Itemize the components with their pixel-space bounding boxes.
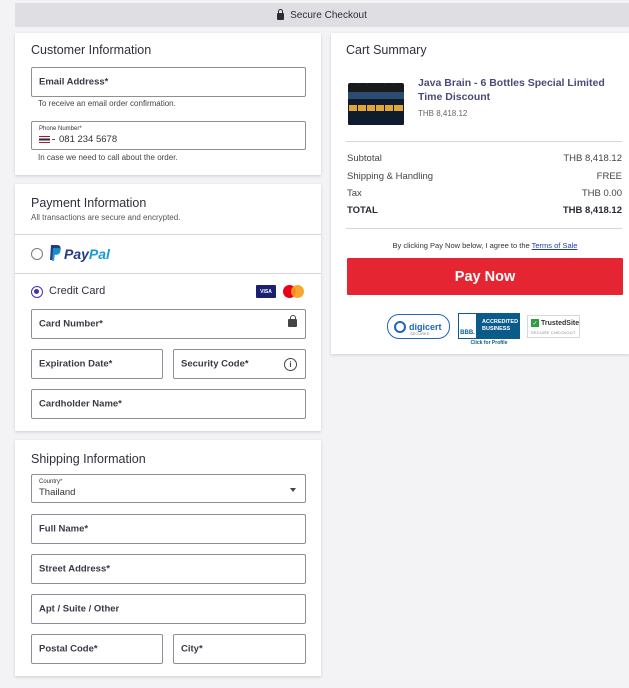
padlock-icon [288,315,297,327]
shipping-information-title: Shipping Information [31,452,146,466]
subtotal-label: Subtotal [347,153,382,164]
shipping-label: Shipping & Handling [347,171,434,182]
digicert-label: digicert [409,321,442,332]
customer-information-title: Customer Information [31,43,152,57]
terms-of-sale-link[interactable]: Terms of Sale [532,241,578,250]
paypal-logo [49,245,61,262]
total-row: TOTAL THB 8,418.12 [347,205,622,216]
paypal-option[interactable]: PayPal [15,235,321,273]
trustedsite-label: TrustedSite [541,319,580,327]
subtotal-row: Subtotal THB 8,418.12 [347,153,622,164]
info-icon[interactable]: i [284,358,297,371]
country-select[interactable]: Country* Thailand [31,474,306,503]
card-number-field[interactable]: Card Number* [31,309,306,339]
card-number-label: Card Number* [39,318,103,330]
product-name: Java Brain - 6 Bottles Special Limited T… [418,77,605,104]
email-hint: To receive an email order confirmation. [38,99,176,108]
credit-card-label: Credit Card [49,285,106,297]
postal-code-label: Postal Code* [39,643,98,655]
phone-label: Phone Number* [39,126,82,132]
expiration-date-label: Expiration Date* [39,358,113,370]
total-label: TOTAL [347,205,378,216]
trustedsite-badge[interactable]: ✓ TrustedSite SECURE CHECKOUT [527,315,580,338]
digicert-sub: SECURED [410,331,430,336]
secure-checkout-label: Secure Checkout [290,9,367,21]
terms-text: By clicking Pay Now below, I agree to th… [347,241,623,250]
country-label: Country* [39,479,63,485]
terms-prefix: By clicking Pay Now below, I agree to th… [392,241,530,250]
email-label: Email Address* [39,76,109,88]
bbb-text: ACCREDITED BUSINESS [482,319,519,332]
full-name-label: Full Name* [39,523,89,535]
street-address-label: Street Address* [39,563,110,575]
security-code-field[interactable]: Security Code* i [173,349,306,379]
tax-row: Tax THB 0.00 [347,188,622,199]
cardholder-name-label: Cardholder Name* [39,398,122,410]
city-field[interactable]: City* [173,634,306,664]
expiration-date-field[interactable]: Expiration Date* [31,349,163,379]
payment-information-card: Payment Information All transactions are… [15,184,321,431]
phone-field[interactable]: Phone Number* 081 234 5678 [31,121,306,150]
lock-icon [277,8,285,20]
paypal-radio[interactable] [31,248,43,260]
apt-suite-field[interactable]: Apt / Suite / Other [31,594,306,624]
payment-information-title: Payment Information [31,196,147,210]
bbb-badge[interactable]: BBB. ACCREDITED BUSINESS [458,313,520,339]
credit-card-option[interactable]: Credit Card VISA [15,274,321,308]
secure-checkout-bar: Secure Checkout [15,3,629,27]
shipping-information-card: Shipping Information Country* Thailand F… [15,440,321,676]
street-address-field[interactable]: Street Address* [31,554,306,584]
visa-icon: VISA [256,285,276,298]
cardholder-name-field[interactable]: Cardholder Name* [31,389,306,419]
pay-now-button[interactable]: Pay Now [347,258,623,295]
credit-card-radio[interactable] [31,286,43,298]
bbb-logo: BBB. [458,313,477,339]
total-value: THB 8,418.12 [562,205,622,216]
trustedsite-sub: SECURE CHECKOUT [531,330,576,335]
subtotal-value: THB 8,418.12 [563,153,622,164]
shipping-value: FREE [596,171,622,182]
phone-value: 081 234 5678 [59,134,118,145]
bbb-profile-link[interactable]: Click for Profile [458,340,520,346]
security-code-label: Security Code* [181,358,249,370]
tax-value: THB 0.00 [581,188,622,199]
mastercard-icon [283,285,305,299]
apt-suite-label: Apt / Suite / Other [39,603,120,615]
paypal-wordmark: PayPal [64,246,110,262]
chevron-down-icon[interactable] [290,488,296,492]
thai-flag-icon[interactable] [39,136,50,143]
cart-summary-title: Cart Summary [346,43,427,57]
product-price: THB 8,418.12 [418,109,468,118]
phone-hint: In case we need to call about the order. [38,153,178,162]
divider [346,141,622,142]
product-image [348,71,406,125]
divider [346,228,622,229]
postal-code-field[interactable]: Postal Code* [31,634,163,664]
city-label: City* [181,643,203,655]
tax-label: Tax [347,188,362,199]
digicert-badge[interactable]: digicert SECURED [387,314,450,339]
check-icon: ✓ [531,319,539,327]
customer-information-card: Customer Information Email Address* To r… [15,33,321,175]
email-field[interactable]: Email Address* [31,67,306,97]
payment-subtitle: All transactions are secure and encrypte… [31,213,181,222]
cart-summary-card: Cart Summary Java Brain - 6 Bottles Spec… [331,33,629,354]
shipping-row: Shipping & Handling FREE [347,171,622,182]
full-name-field[interactable]: Full Name* [31,514,306,544]
chevron-down-icon[interactable] [52,139,55,140]
digicert-lock-icon [394,320,406,333]
country-value: Thailand [39,487,76,498]
